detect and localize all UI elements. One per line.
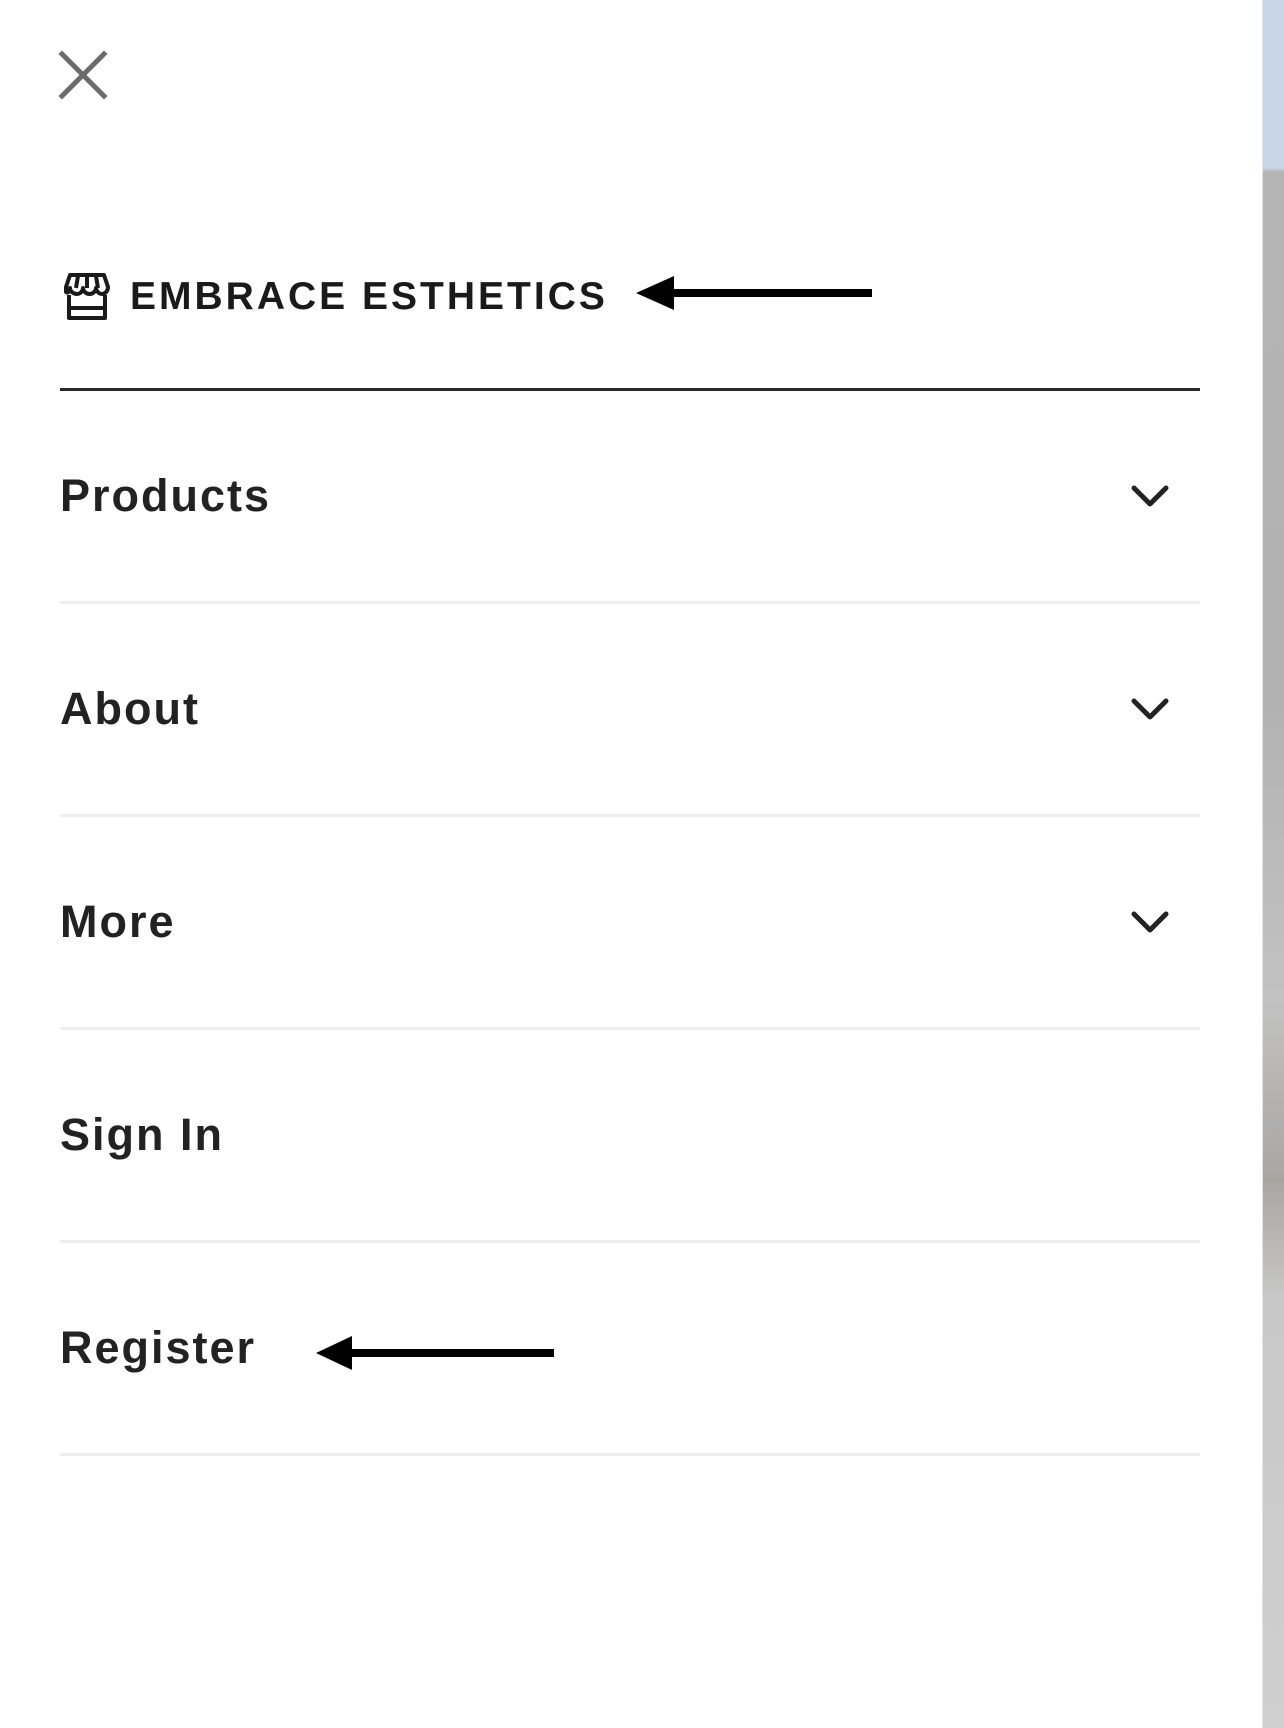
left-arrow-icon	[636, 276, 872, 310]
nav-item-more[interactable]: More	[60, 817, 1200, 1030]
storefront-icon	[64, 273, 110, 320]
nav-item-label: Register	[60, 1322, 257, 1373]
close-button[interactable]	[56, 48, 112, 104]
nav-item-label: Products	[60, 470, 272, 521]
nav-item-sign-in[interactable]: Sign In	[60, 1030, 1200, 1243]
store-name: EMBRACE ESTHETICS	[130, 275, 608, 318]
chevron-down-icon[interactable]	[1130, 476, 1170, 516]
page: EMBRACE ESTHETICS Products About More Si…	[0, 0, 1284, 1728]
nav-item-register[interactable]: Register	[60, 1243, 1200, 1456]
navigation-drawer: EMBRACE ESTHETICS Products About More Si…	[0, 0, 1263, 1728]
close-icon	[58, 50, 108, 100]
store-link[interactable]: EMBRACE ESTHETICS	[60, 262, 608, 332]
background-page	[1262, 0, 1284, 1728]
left-arrow-icon	[316, 1336, 554, 1370]
nav-item-label: About	[60, 683, 200, 734]
nav-item-about[interactable]: About	[60, 604, 1200, 817]
chevron-down-icon[interactable]	[1130, 902, 1170, 942]
nav-item-label: More	[60, 896, 176, 947]
nav-list: Products About More Sign In Register	[60, 391, 1200, 1456]
chevron-down-icon[interactable]	[1130, 689, 1170, 729]
nav-item-label: Sign In	[60, 1109, 224, 1160]
nav-item-products[interactable]: Products	[60, 391, 1200, 604]
